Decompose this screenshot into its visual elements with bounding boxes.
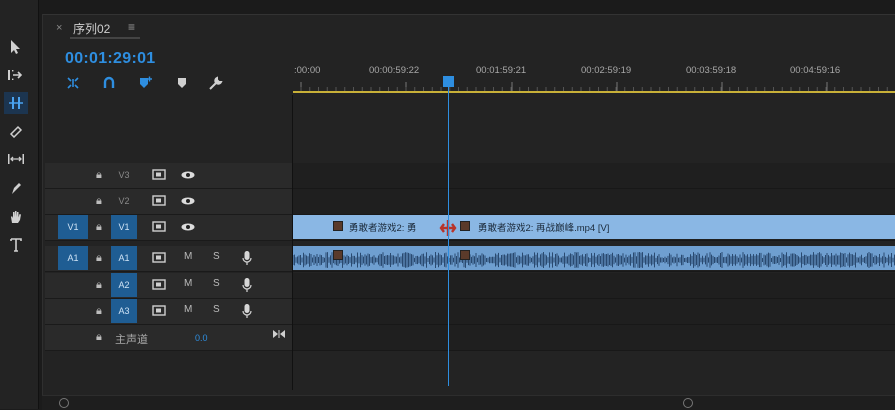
scroll-handle-left[interactable] [59, 398, 69, 408]
microphone-icon[interactable] [242, 250, 252, 266]
track-header-master[interactable]: 🔒︎ [45, 325, 292, 351]
source-patch-a1[interactable]: A1 [58, 246, 88, 270]
audio-waveform [293, 252, 448, 268]
sync-lock-icon[interactable] [152, 305, 166, 316]
track-content-a3[interactable] [293, 299, 895, 325]
ruler-label: 00:04:59:16 [790, 65, 841, 76]
track-header-v2[interactable]: 🔒︎ V2 [45, 189, 292, 215]
sync-lock-icon[interactable] [152, 279, 166, 290]
track-name-a3[interactable]: A3 [111, 299, 137, 323]
fx-badge-icon [333, 221, 343, 231]
track-select-forward-icon[interactable] [4, 64, 28, 86]
ruler-label: 00:01:59:21 [476, 65, 527, 76]
horizontal-scrollbar[interactable] [42, 395, 895, 410]
track-lock-icon[interactable]: 🔒︎ [96, 279, 102, 292]
wrench-icon[interactable] [207, 74, 225, 92]
sync-lock-icon[interactable] [152, 252, 166, 263]
video-clip[interactable]: 勇敢者游戏2: 再战巅峰.mp4 [V] [449, 215, 895, 239]
microphone-icon[interactable] [242, 277, 252, 293]
track-header-a1[interactable]: A1 🔒︎ A1 M S [45, 246, 292, 272]
track-lock-icon[interactable]: 🔒︎ [96, 221, 102, 234]
razor-icon[interactable] [4, 120, 28, 142]
snap-in-sequence-icon[interactable] [64, 74, 82, 92]
fx-badge-icon [460, 250, 470, 260]
eye-icon[interactable] [181, 223, 195, 231]
track-name-a2[interactable]: A2 [111, 273, 137, 297]
sync-lock-icon[interactable] [152, 221, 166, 232]
header-divider [292, 95, 293, 390]
track-content-master [293, 325, 895, 351]
track-content-a2[interactable] [293, 273, 895, 299]
audio-clip[interactable] [449, 246, 895, 270]
track-content-v3[interactable] [293, 163, 895, 189]
eye-icon[interactable] [181, 197, 195, 205]
track-lock-icon[interactable]: 🔒︎ [96, 331, 102, 344]
audio-waveform [449, 252, 895, 268]
tab-close-icon[interactable]: × [56, 22, 62, 34]
mute-button[interactable]: M [184, 304, 192, 315]
audio-clip[interactable] [293, 246, 448, 270]
tab-underline [70, 37, 140, 39]
source-patch-v1[interactable]: V1 [58, 215, 88, 239]
track-name-v3[interactable]: V3 [111, 168, 137, 183]
ruler-label: :00:00 [294, 65, 321, 76]
mute-button[interactable]: M [184, 251, 192, 262]
pen-icon[interactable] [4, 178, 28, 200]
track-lock-icon[interactable]: 🔒︎ [96, 195, 102, 208]
mute-button[interactable]: M [184, 278, 192, 289]
track-header-a3[interactable]: 🔒︎ A3 M S [45, 299, 292, 325]
track-header-a2[interactable]: 🔒︎ A2 M S [45, 273, 292, 299]
clip-name: 勇敢者游戏2: 再战巅峰.mp4 [V] [478, 223, 610, 234]
selection-arrow-icon[interactable] [4, 36, 28, 58]
playhead-line[interactable] [448, 76, 449, 386]
panel-menu-icon[interactable]: ≡ [128, 20, 135, 34]
ruler-label: 00:03:59:18 [686, 65, 737, 76]
type-icon[interactable] [4, 234, 28, 256]
ruler-label: 00:00:59:22 [369, 65, 420, 76]
solo-button[interactable]: S [213, 251, 220, 262]
microphone-icon[interactable] [242, 303, 252, 319]
playhead-timecode[interactable]: 00:01:29:01 [65, 50, 155, 68]
track-lock-icon[interactable]: 🔒︎ [96, 305, 102, 318]
tools-panel [0, 0, 39, 409]
track-header-v3[interactable]: 🔒︎ V3 [45, 163, 292, 189]
master-volume-value[interactable]: 0.0 [195, 333, 208, 343]
sync-lock-icon[interactable] [152, 195, 166, 206]
track-name-a1[interactable]: A1 [111, 246, 137, 270]
sequence-tab-title[interactable]: 序列02 [73, 20, 110, 37]
sync-lock-icon[interactable] [152, 169, 166, 180]
scroll-handle-right[interactable] [683, 398, 693, 408]
master-track-label: 主声道 [115, 334, 148, 346]
hand-icon[interactable] [4, 206, 28, 228]
eye-icon[interactable] [181, 171, 195, 179]
magnet-link-icon[interactable] [100, 74, 118, 92]
solo-button[interactable]: S [213, 304, 220, 315]
track-content-v2[interactable] [293, 189, 895, 215]
track-lock-icon[interactable]: 🔒︎ [96, 252, 102, 265]
ripple-edit-icon[interactable] [4, 92, 28, 114]
ruler-label: 00:02:59:19 [581, 65, 632, 76]
work-area-bar[interactable] [293, 91, 895, 93]
go-to-out-icon[interactable] [272, 329, 286, 339]
track-name-v2[interactable]: V2 [111, 194, 137, 209]
clip-name: 勇敢者游戏2: 勇 [349, 223, 417, 234]
playhead-handle[interactable] [443, 76, 454, 87]
fx-badge-icon [460, 221, 470, 231]
marker-icon[interactable] [173, 74, 191, 92]
fx-badge-icon [333, 250, 343, 260]
track-name-v1[interactable]: V1 [111, 215, 137, 239]
track-header-v1[interactable]: V1 🔒︎ V1 [45, 215, 292, 241]
solo-button[interactable]: S [213, 278, 220, 289]
track-lock-icon[interactable]: 🔒︎ [96, 169, 102, 182]
add-marker-icon[interactable] [136, 74, 154, 92]
video-clip[interactable]: 勇敢者游戏2: 勇 [293, 215, 448, 239]
slip-icon[interactable] [4, 148, 28, 170]
